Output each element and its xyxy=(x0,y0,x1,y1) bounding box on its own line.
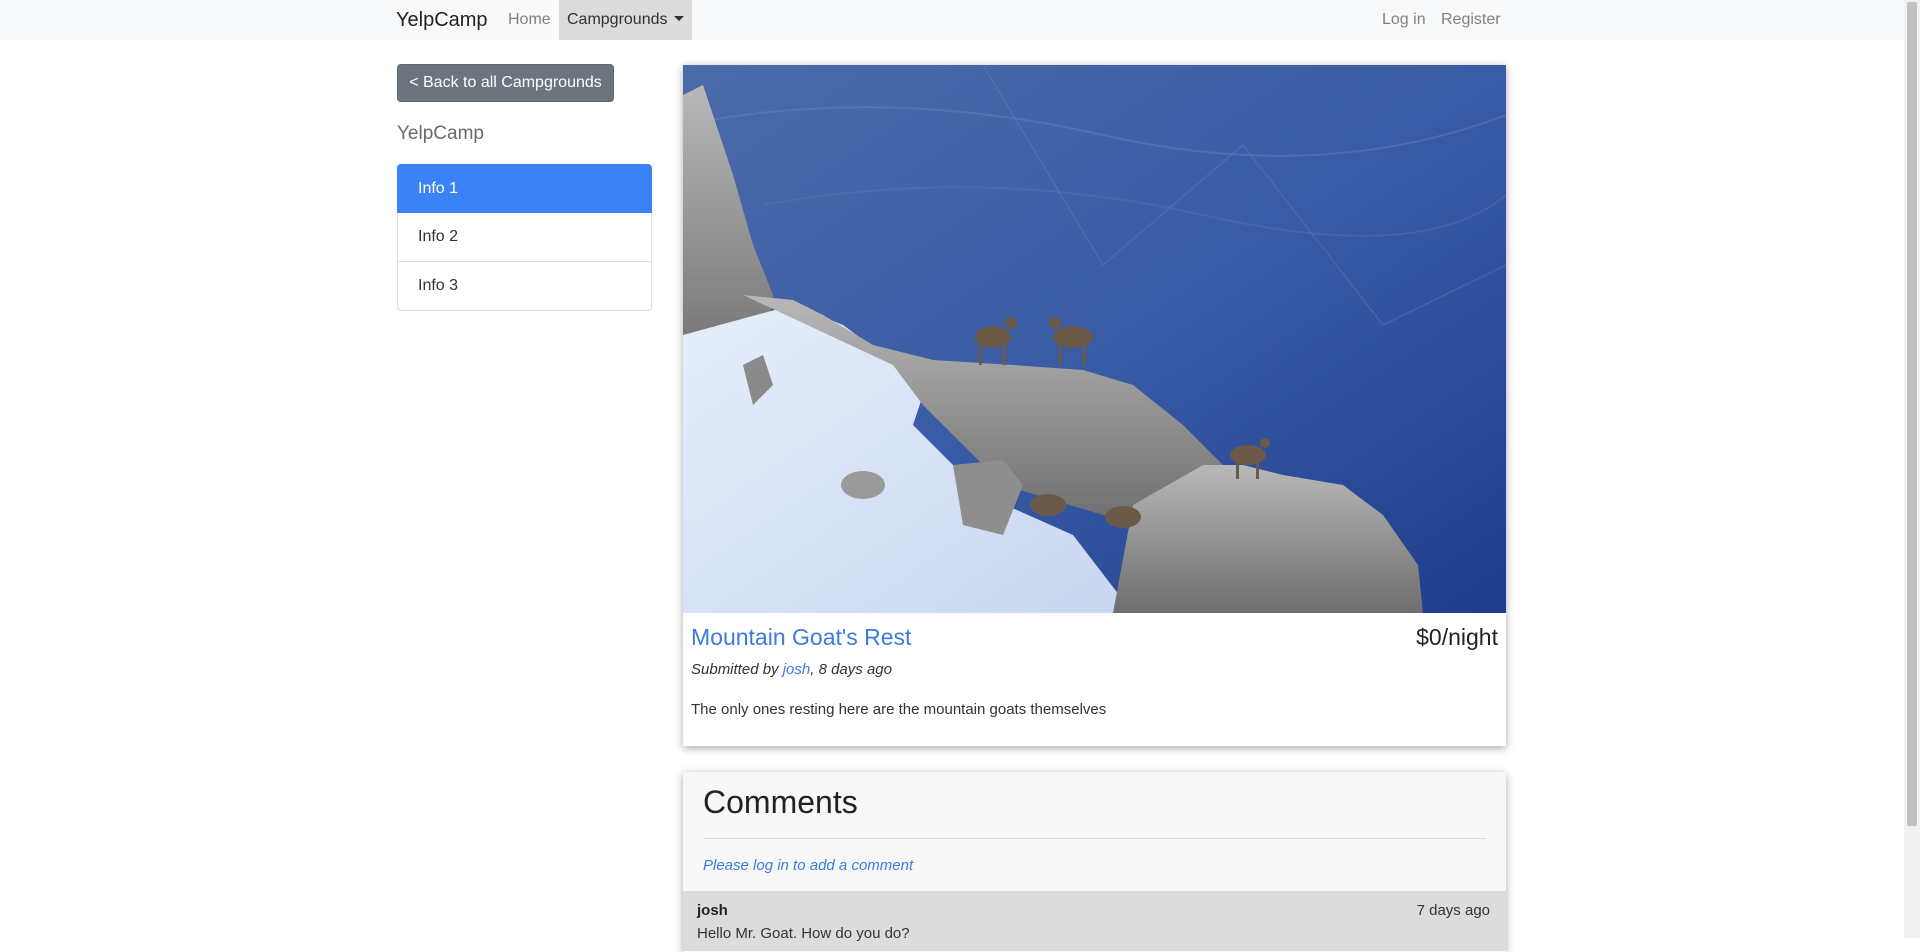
mountain-goats-photo xyxy=(683,65,1506,613)
comment-author: josh xyxy=(697,902,728,919)
submitted-prefix: Submitted by xyxy=(691,661,783,678)
campground-description: The only ones resting here are the mount… xyxy=(691,701,1107,718)
campground-card: Mountain Goat's Rest $0/night Submitted … xyxy=(683,65,1506,746)
submitted-suffix: , 8 days ago xyxy=(810,661,892,678)
page-scrollbar[interactable] xyxy=(1904,0,1920,938)
sidebar-item-info-3[interactable]: Info 3 xyxy=(397,262,652,311)
campground-image xyxy=(683,65,1506,613)
campground-name-link[interactable]: Mountain Goat's Rest xyxy=(691,624,911,651)
nav-login-link[interactable]: Log in xyxy=(1382,11,1426,29)
campgrounds-dropdown[interactable]: Campgrounds xyxy=(559,0,692,40)
sidebar-info-list: Info 1 Info 2 Info 3 xyxy=(397,164,652,311)
comment-text: Hello Mr. Goat. How do you do? xyxy=(697,925,910,942)
campground-price: $0/night xyxy=(1416,624,1498,650)
scrollbar-thumb[interactable] xyxy=(1907,2,1917,826)
comments-card: Comments Please log in to add a comment … xyxy=(683,772,1506,952)
navbar-brand[interactable]: YelpCamp xyxy=(396,9,488,32)
sidebar-item-info-1[interactable]: Info 1 xyxy=(397,164,652,213)
top-navbar: YelpCamp Home Campgrounds Log in Registe… xyxy=(0,0,1904,40)
comment-time: 7 days ago xyxy=(1416,902,1490,919)
nav-home-link[interactable]: Home xyxy=(508,11,551,29)
login-to-comment-link[interactable]: Please log in to add a comment xyxy=(703,857,913,874)
sidebar-item-info-2[interactable]: Info 2 xyxy=(397,213,652,262)
submitted-by-line: Submitted by josh, 8 days ago xyxy=(691,661,892,678)
caret-down-icon xyxy=(673,16,684,21)
comments-divider xyxy=(703,838,1486,839)
campgrounds-dropdown-label: Campgrounds xyxy=(567,11,668,28)
nav-register-link[interactable]: Register xyxy=(1441,11,1501,29)
back-to-campgrounds-button[interactable]: < Back to all Campgrounds xyxy=(397,64,614,102)
comments-title: Comments xyxy=(703,784,858,820)
author-link[interactable]: josh xyxy=(783,661,811,678)
comment-item: josh 7 days ago Hello Mr. Goat. How do y… xyxy=(683,891,1506,951)
sidebar-title: YelpCamp xyxy=(397,123,484,144)
